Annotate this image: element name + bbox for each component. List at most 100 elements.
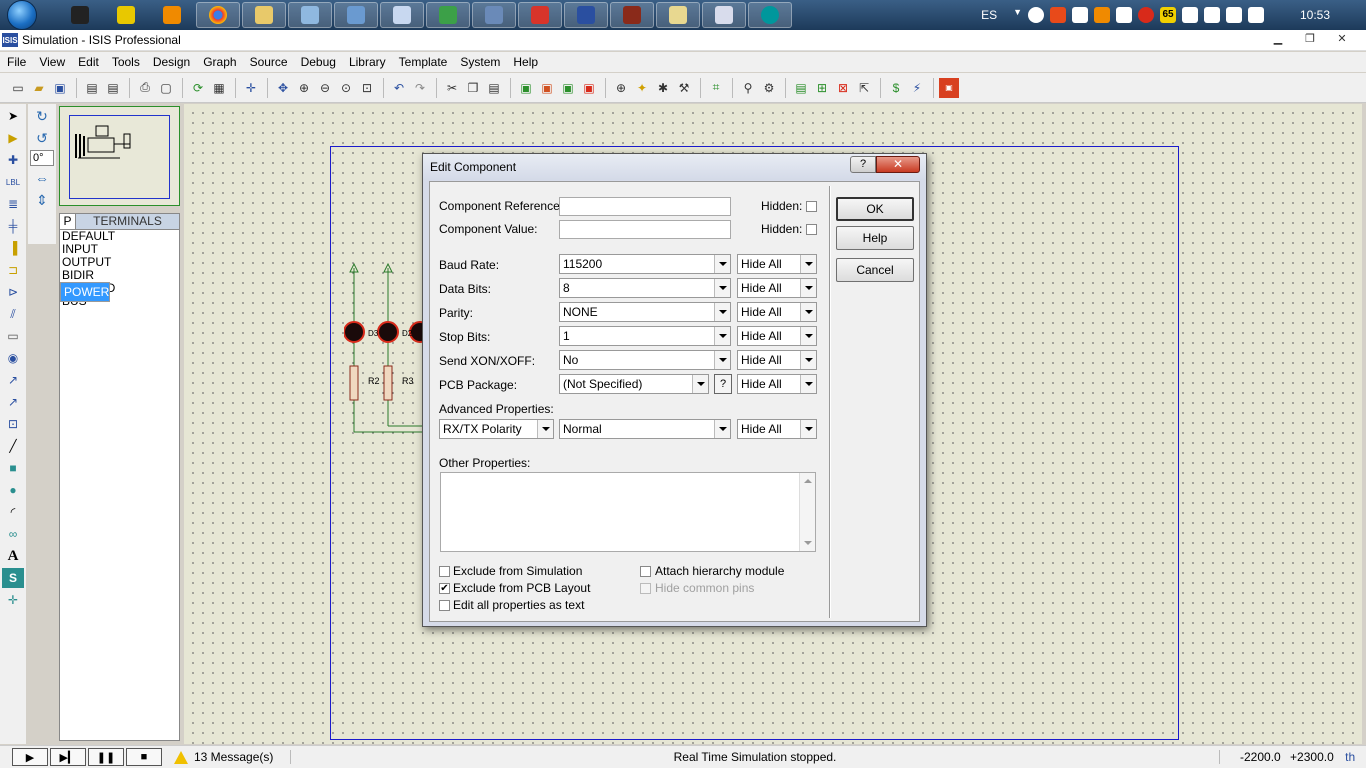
exclude-simulation-label[interactable]: Exclude from Simulation	[453, 564, 582, 578]
tray-expand-icon[interactable]: ▼	[1013, 7, 1022, 23]
network-icon[interactable]	[1226, 7, 1242, 23]
search-tag-icon[interactable]: ⚲	[738, 78, 758, 98]
ares-icon[interactable]: ▣	[939, 77, 959, 98]
menu-template[interactable]: Template	[392, 55, 454, 69]
pcb-package-help-button[interactable]: ?	[714, 374, 732, 394]
grid-icon[interactable]: ▦	[209, 78, 229, 98]
path-mode-icon[interactable]: ∞	[2, 524, 24, 544]
minimize-button[interactable]: ▁	[1264, 32, 1292, 48]
marker-mode-icon[interactable]: ✛	[2, 590, 24, 610]
origin-icon[interactable]: ✛	[241, 78, 261, 98]
attach-hierarchy-label[interactable]: Attach hierarchy module	[655, 564, 784, 578]
text-script-icon[interactable]: ≣	[2, 194, 24, 214]
chevron-down-icon[interactable]	[800, 327, 816, 345]
cut-icon[interactable]: ✂	[442, 78, 462, 98]
voltage-probe-icon[interactable]: ↗	[2, 370, 24, 390]
menu-help[interactable]: Help	[506, 55, 544, 69]
chevron-down-icon[interactable]	[800, 351, 816, 369]
baud-rate-visibility-select[interactable]: Hide All	[737, 254, 817, 274]
taskbar-app-15[interactable]	[702, 2, 746, 28]
edit-all-properties-checkbox[interactable]	[439, 600, 450, 611]
paste-icon[interactable]: ▤	[484, 78, 504, 98]
chevron-down-icon[interactable]	[714, 303, 730, 321]
reference-hidden-checkbox[interactable]	[806, 201, 817, 212]
zoom-area-icon[interactable]: ⊡	[357, 78, 377, 98]
terminal-item-power[interactable]: POWER	[60, 282, 111, 302]
step-button[interactable]: ▶▎	[50, 748, 86, 766]
taskbar-app-8[interactable]	[380, 2, 424, 28]
menu-debug[interactable]: Debug	[294, 55, 342, 69]
exclude-simulation-checkbox[interactable]	[439, 566, 450, 577]
device-pins-icon[interactable]: ⊳	[2, 282, 24, 302]
advanced-visibility-select[interactable]: Hide All	[737, 419, 817, 439]
scroll-up-icon[interactable]	[804, 479, 812, 483]
chevron-down-icon[interactable]	[800, 255, 816, 273]
graph-mode-icon[interactable]: ⫽	[2, 304, 24, 324]
chevron-down-icon[interactable]	[714, 351, 730, 369]
chevron-down-icon[interactable]	[800, 279, 816, 297]
subcircuit-mode-icon[interactable]: ▐	[2, 238, 24, 258]
help-button[interactable]: Help	[836, 226, 914, 250]
language-indicator[interactable]: ES	[981, 8, 997, 22]
line-mode-icon[interactable]: ╱	[2, 436, 24, 456]
taskbar-app-6[interactable]	[288, 2, 332, 28]
import-icon[interactable]: ▤	[82, 78, 102, 98]
avast-icon[interactable]	[1094, 7, 1110, 23]
parity-select[interactable]: NONE	[559, 302, 731, 322]
taskbar-isis[interactable]	[564, 2, 608, 28]
box-mode-icon[interactable]: ■	[2, 458, 24, 478]
mirror-x-icon[interactable]: ⇔	[30, 168, 54, 188]
taskbar-arduino[interactable]	[748, 2, 792, 28]
stop-bits-select[interactable]: 1	[559, 326, 731, 346]
clock[interactable]: 10:53	[1284, 8, 1346, 22]
play-button[interactable]: ▶	[12, 748, 48, 766]
other-properties-textarea[interactable]	[440, 472, 816, 552]
taskbar-app-11[interactable]	[518, 2, 562, 28]
refresh-icon[interactable]: ⟳	[188, 78, 208, 98]
mirror-y-icon[interactable]: ⇕	[30, 190, 54, 210]
menu-graph[interactable]: Graph	[196, 55, 242, 69]
decompose-icon[interactable]: ⚒	[674, 78, 694, 98]
overview-window[interactable]	[59, 106, 180, 206]
data-bits-visibility-select[interactable]: Hide All	[737, 278, 817, 298]
edit-all-properties-label[interactable]: Edit all properties as text	[453, 598, 584, 612]
menu-system[interactable]: System	[453, 55, 506, 69]
terminals-mode-icon[interactable]: ⊐	[2, 260, 24, 280]
dialog-close-icon[interactable]: ✕	[876, 156, 920, 173]
text-mode-icon[interactable]: A	[2, 546, 24, 566]
block-copy-icon[interactable]: ▣	[516, 78, 536, 98]
block-rotate-icon[interactable]: ▣	[558, 78, 578, 98]
chevron-down-icon[interactable]	[800, 375, 816, 393]
taskbar-app-9[interactable]	[426, 2, 470, 28]
exit-parent-icon[interactable]: ⇱	[854, 78, 874, 98]
chevron-down-icon[interactable]	[800, 420, 816, 438]
pick-device-icon[interactable]: ⊕	[611, 78, 631, 98]
messages-indicator[interactable]: 13 Message(s)	[174, 750, 273, 764]
taskbar-app-1[interactable]	[58, 2, 102, 28]
menu-design[interactable]: Design	[146, 55, 196, 69]
scroll-down-icon[interactable]	[804, 541, 812, 545]
taskbar-app-10[interactable]	[472, 2, 516, 28]
open-folder-icon[interactable]: ▰	[29, 78, 49, 98]
generator-mode-icon[interactable]: ◉	[2, 348, 24, 368]
pcb-package-visibility-select[interactable]: Hide All	[737, 374, 817, 394]
pan-icon[interactable]: ✥	[273, 78, 293, 98]
zoom-in-icon[interactable]: ⊕	[294, 78, 314, 98]
wire-autorouter-icon[interactable]: ⌗	[706, 78, 726, 98]
circle-mode-icon[interactable]: ●	[2, 480, 24, 500]
advanced-value-select[interactable]: Normal	[559, 419, 731, 439]
print-area-icon[interactable]: ▢	[156, 78, 176, 98]
virtual-instruments-icon[interactable]: ⊡	[2, 414, 24, 434]
menu-library[interactable]: Library	[342, 55, 392, 69]
menu-tools[interactable]: Tools	[105, 55, 146, 69]
cloud-storage-icon[interactable]	[1116, 7, 1132, 23]
advanced-property-select[interactable]: RX/TX Polarity	[439, 419, 554, 439]
menu-view[interactable]: View	[32, 55, 71, 69]
make-device-icon[interactable]: ✦	[632, 78, 652, 98]
chevron-down-icon[interactable]	[714, 420, 730, 438]
mcafee-icon[interactable]	[1138, 7, 1154, 23]
taskbar-app-14[interactable]	[656, 2, 700, 28]
copy-icon[interactable]: ❐	[463, 78, 483, 98]
component-mode-icon[interactable]: ▶	[2, 128, 24, 148]
zoom-out-icon[interactable]: ⊖	[315, 78, 335, 98]
